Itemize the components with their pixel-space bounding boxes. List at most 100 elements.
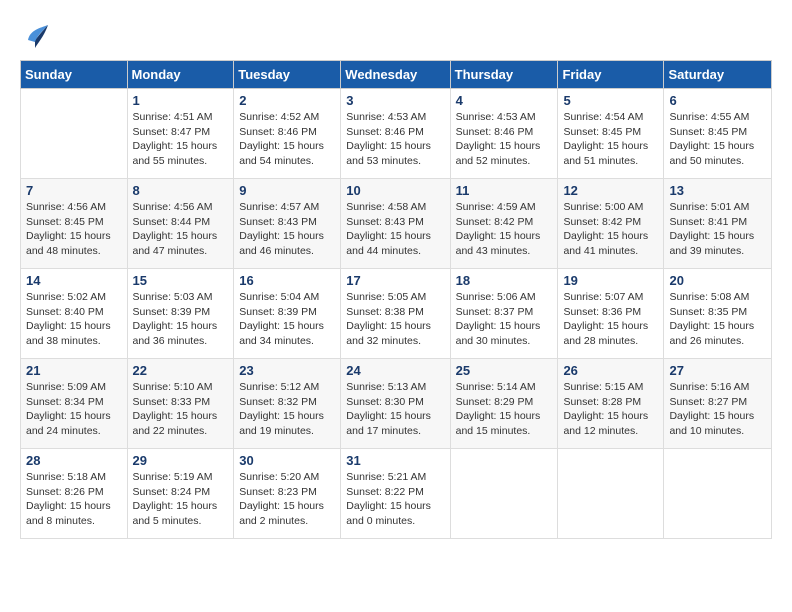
- calendar-cell: 21Sunrise: 5:09 AM Sunset: 8:34 PM Dayli…: [21, 359, 128, 449]
- calendar-table: SundayMondayTuesdayWednesdayThursdayFrid…: [20, 60, 772, 539]
- day-number: 10: [346, 183, 444, 198]
- calendar-cell: 1 Sunrise: 4:51 AM Sunset: 8:47 PM Daylig…: [127, 89, 234, 179]
- calendar-cell: 3 Sunrise: 4:53 AM Sunset: 8:46 PM Daylig…: [341, 89, 450, 179]
- calendar-cell: 8Sunrise: 4:56 AM Sunset: 8:44 PM Daylig…: [127, 179, 234, 269]
- day-number: 1: [133, 93, 229, 108]
- day-number: 5: [563, 93, 658, 108]
- calendar-cell: 11Sunrise: 4:59 AM Sunset: 8:42 PM Dayli…: [450, 179, 558, 269]
- calendar-cell: 29 Sunrise: 5:19 AM Sunset: 8:24 PM Dayli…: [127, 449, 234, 539]
- day-info: Sunrise: 5:00 AM Sunset: 8:42 PM Dayligh…: [563, 200, 658, 259]
- day-number: 31: [346, 453, 444, 468]
- calendar-cell: 7 Sunrise: 4:56 AM Sunset: 8:45 PM Daylig…: [21, 179, 128, 269]
- day-info: Sunrise: 4:53 AM Sunset: 8:46 PM Dayligh…: [346, 110, 444, 169]
- calendar-header: SundayMondayTuesdayWednesdayThursdayFrid…: [21, 61, 772, 89]
- header-cell-monday: Monday: [127, 61, 234, 89]
- calendar-cell: 10 Sunrise: 4:58 AM Sunset: 8:43 PM Dayli…: [341, 179, 450, 269]
- calendar-cell: 22Sunrise: 5:10 AM Sunset: 8:33 PM Dayli…: [127, 359, 234, 449]
- day-number: 29: [133, 453, 229, 468]
- day-number: 17: [346, 273, 444, 288]
- header-cell-saturday: Saturday: [664, 61, 772, 89]
- calendar-cell: 18Sunrise: 5:06 AM Sunset: 8:37 PM Dayli…: [450, 269, 558, 359]
- day-number: 3: [346, 93, 444, 108]
- calendar-cell: 27Sunrise: 5:16 AM Sunset: 8:27 PM Dayli…: [664, 359, 772, 449]
- header-cell-thursday: Thursday: [450, 61, 558, 89]
- week-row-2: 7 Sunrise: 4:56 AM Sunset: 8:45 PM Daylig…: [21, 179, 772, 269]
- calendar-cell: [664, 449, 772, 539]
- day-number: 26: [563, 363, 658, 378]
- day-info: Sunrise: 5:10 AM Sunset: 8:33 PM Dayligh…: [133, 380, 229, 439]
- header-cell-friday: Friday: [558, 61, 664, 89]
- day-number: 28: [26, 453, 122, 468]
- week-row-4: 21Sunrise: 5:09 AM Sunset: 8:34 PM Dayli…: [21, 359, 772, 449]
- calendar-cell: 12 Sunrise: 5:00 AM Sunset: 8:42 PM Dayli…: [558, 179, 664, 269]
- day-info: Sunrise: 4:51 AM Sunset: 8:47 PM Dayligh…: [133, 110, 229, 169]
- calendar-cell: [21, 89, 128, 179]
- day-number: 14: [26, 273, 122, 288]
- day-number: 2: [239, 93, 335, 108]
- calendar-cell: 17 Sunrise: 5:05 AM Sunset: 8:38 PM Dayli…: [341, 269, 450, 359]
- day-info: Sunrise: 4:52 AM Sunset: 8:46 PM Dayligh…: [239, 110, 335, 169]
- day-number: 24: [346, 363, 444, 378]
- day-info: Sunrise: 5:16 AM Sunset: 8:27 PM Dayligh…: [669, 380, 766, 439]
- calendar-cell: 6 Sunrise: 4:55 AM Sunset: 8:45 PM Daylig…: [664, 89, 772, 179]
- day-info: Sunrise: 5:09 AM Sunset: 8:34 PM Dayligh…: [26, 380, 122, 439]
- day-number: 16: [239, 273, 335, 288]
- calendar-cell: 31 Sunrise: 5:21 AM Sunset: 8:22 PM Dayli…: [341, 449, 450, 539]
- day-number: 19: [563, 273, 658, 288]
- day-number: 9: [239, 183, 335, 198]
- calendar-cell: 26 Sunrise: 5:15 AM Sunset: 8:28 PM Dayli…: [558, 359, 664, 449]
- calendar-cell: 25 Sunrise: 5:14 AM Sunset: 8:29 PM Dayli…: [450, 359, 558, 449]
- day-info: Sunrise: 5:07 AM Sunset: 8:36 PM Dayligh…: [563, 290, 658, 349]
- calendar-cell: 24 Sunrise: 5:13 AM Sunset: 8:30 PM Dayli…: [341, 359, 450, 449]
- calendar-cell: [558, 449, 664, 539]
- day-number: 7: [26, 183, 122, 198]
- calendar-cell: 19 Sunrise: 5:07 AM Sunset: 8:36 PM Dayli…: [558, 269, 664, 359]
- calendar-cell: 4Sunrise: 4:53 AM Sunset: 8:46 PM Daylig…: [450, 89, 558, 179]
- day-number: 8: [133, 183, 229, 198]
- header-cell-wednesday: Wednesday: [341, 61, 450, 89]
- day-number: 30: [239, 453, 335, 468]
- day-info: Sunrise: 5:19 AM Sunset: 8:24 PM Dayligh…: [133, 470, 229, 529]
- day-info: Sunrise: 5:12 AM Sunset: 8:32 PM Dayligh…: [239, 380, 335, 439]
- day-info: Sunrise: 4:57 AM Sunset: 8:43 PM Dayligh…: [239, 200, 335, 259]
- calendar-cell: 9 Sunrise: 4:57 AM Sunset: 8:43 PM Daylig…: [234, 179, 341, 269]
- calendar-cell: 13 Sunrise: 5:01 AM Sunset: 8:41 PM Dayli…: [664, 179, 772, 269]
- day-info: Sunrise: 5:01 AM Sunset: 8:41 PM Dayligh…: [669, 200, 766, 259]
- week-row-5: 28 Sunrise: 5:18 AM Sunset: 8:26 PM Dayli…: [21, 449, 772, 539]
- header-row: SundayMondayTuesdayWednesdayThursdayFrid…: [21, 61, 772, 89]
- day-info: Sunrise: 5:14 AM Sunset: 8:29 PM Dayligh…: [456, 380, 553, 439]
- day-info: Sunrise: 5:05 AM Sunset: 8:38 PM Dayligh…: [346, 290, 444, 349]
- day-info: Sunrise: 5:15 AM Sunset: 8:28 PM Dayligh…: [563, 380, 658, 439]
- header: [20, 20, 772, 50]
- calendar-body: 1 Sunrise: 4:51 AM Sunset: 8:47 PM Daylig…: [21, 89, 772, 539]
- calendar-cell: [450, 449, 558, 539]
- day-number: 23: [239, 363, 335, 378]
- calendar-cell: 15Sunrise: 5:03 AM Sunset: 8:39 PM Dayli…: [127, 269, 234, 359]
- day-info: Sunrise: 5:18 AM Sunset: 8:26 PM Dayligh…: [26, 470, 122, 529]
- week-row-1: 1 Sunrise: 4:51 AM Sunset: 8:47 PM Daylig…: [21, 89, 772, 179]
- day-info: Sunrise: 4:54 AM Sunset: 8:45 PM Dayligh…: [563, 110, 658, 169]
- day-number: 6: [669, 93, 766, 108]
- calendar-cell: 5 Sunrise: 4:54 AM Sunset: 8:45 PM Daylig…: [558, 89, 664, 179]
- day-info: Sunrise: 4:53 AM Sunset: 8:46 PM Dayligh…: [456, 110, 553, 169]
- day-number: 13: [669, 183, 766, 198]
- day-number: 12: [563, 183, 658, 198]
- calendar-cell: 23 Sunrise: 5:12 AM Sunset: 8:32 PM Dayli…: [234, 359, 341, 449]
- day-info: Sunrise: 5:20 AM Sunset: 8:23 PM Dayligh…: [239, 470, 335, 529]
- day-info: Sunrise: 4:55 AM Sunset: 8:45 PM Dayligh…: [669, 110, 766, 169]
- day-number: 25: [456, 363, 553, 378]
- header-cell-sunday: Sunday: [21, 61, 128, 89]
- day-info: Sunrise: 5:02 AM Sunset: 8:40 PM Dayligh…: [26, 290, 122, 349]
- day-info: Sunrise: 4:58 AM Sunset: 8:43 PM Dayligh…: [346, 200, 444, 259]
- day-info: Sunrise: 5:04 AM Sunset: 8:39 PM Dayligh…: [239, 290, 335, 349]
- day-info: Sunrise: 5:21 AM Sunset: 8:22 PM Dayligh…: [346, 470, 444, 529]
- day-info: Sunrise: 4:56 AM Sunset: 8:45 PM Dayligh…: [26, 200, 122, 259]
- day-info: Sunrise: 5:13 AM Sunset: 8:30 PM Dayligh…: [346, 380, 444, 439]
- day-info: Sunrise: 5:03 AM Sunset: 8:39 PM Dayligh…: [133, 290, 229, 349]
- calendar-cell: 14 Sunrise: 5:02 AM Sunset: 8:40 PM Dayli…: [21, 269, 128, 359]
- calendar-cell: 28 Sunrise: 5:18 AM Sunset: 8:26 PM Dayli…: [21, 449, 128, 539]
- logo: [20, 20, 54, 50]
- calendar-cell: 20Sunrise: 5:08 AM Sunset: 8:35 PM Dayli…: [664, 269, 772, 359]
- day-number: 18: [456, 273, 553, 288]
- calendar-cell: 16 Sunrise: 5:04 AM Sunset: 8:39 PM Dayli…: [234, 269, 341, 359]
